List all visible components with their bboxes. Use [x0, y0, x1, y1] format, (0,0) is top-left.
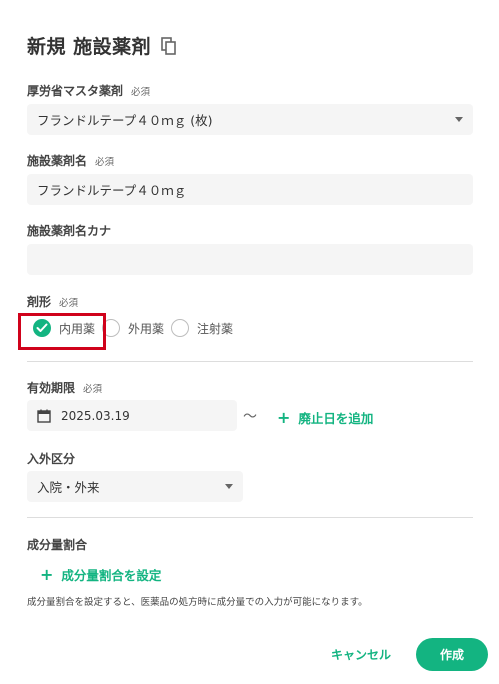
inpatient-outpatient-label-row: 入外区分	[27, 450, 75, 467]
radio-external[interactable]: 外用薬	[102, 319, 164, 337]
dialog-title-row: 新規 施設薬剤	[27, 32, 177, 59]
validity-label-row: 有効期限 必須	[27, 379, 102, 396]
ingredient-ratio-label: 成分量割合	[27, 538, 88, 552]
facility-drug-name-label-row: 施設薬剤名 必須	[27, 152, 114, 169]
dosage-form-label-row: 剤形 必須	[27, 293, 78, 310]
add-end-date-label: 廃止日を追加	[298, 411, 374, 426]
facility-drug-kana-label-row: 施設薬剤名カナ	[27, 222, 111, 239]
set-ingredient-ratio-button[interactable]: + 成分量割合を設定	[40, 565, 161, 584]
calendar-icon	[37, 409, 51, 423]
mhlw-drug-value: フランドルテープ４０ｍｇ (枚)	[37, 113, 213, 128]
start-date-input[interactable]: 2025.03.19	[27, 400, 237, 431]
required-badge: 必須	[83, 384, 103, 395]
facility-drug-kana-input[interactable]	[27, 244, 473, 275]
plus-icon: +	[40, 564, 54, 584]
inpatient-outpatient-select[interactable]: 入院・外来	[27, 471, 243, 502]
dosage-form-label: 剤形	[27, 295, 52, 309]
set-ingredient-ratio-label: 成分量割合を設定	[61, 568, 162, 583]
mhlw-drug-select[interactable]: フランドルテープ４０ｍｇ (枚)	[27, 104, 473, 135]
inpatient-outpatient-label: 入外区分	[27, 452, 76, 466]
required-badge: 必須	[95, 157, 115, 168]
plus-icon: +	[277, 407, 291, 427]
facility-drug-kana-label: 施設薬剤名カナ	[27, 224, 112, 238]
mhlw-drug-label-row: 厚労省マスタ薬剤 必須	[27, 82, 150, 99]
radio-injection[interactable]: 注射薬	[171, 319, 233, 337]
create-button[interactable]: 作成	[416, 638, 488, 671]
facility-drug-name-value: フランドルテープ４０ｍｇ	[37, 183, 187, 198]
cancel-button[interactable]: キャンセル	[331, 646, 391, 663]
date-range-separator: 〜	[243, 409, 257, 425]
add-end-date-button[interactable]: + 廃止日を追加	[277, 408, 373, 427]
radio-external-label: 外用薬	[128, 321, 165, 336]
copy-icon[interactable]	[161, 36, 177, 55]
required-badge: 必須	[59, 298, 79, 309]
facility-drug-name-input[interactable]: フランドルテープ４０ｍｇ	[27, 174, 473, 205]
radio-circle-icon	[171, 319, 190, 337]
dialog-title: 新規 施設薬剤	[27, 36, 152, 58]
facility-drug-name-label: 施設薬剤名	[27, 154, 88, 168]
mhlw-drug-label: 厚労省マスタ薬剤	[27, 84, 124, 98]
start-date-value: 2025.03.19	[61, 408, 130, 423]
ingredient-ratio-label-row: 成分量割合	[27, 536, 87, 553]
divider	[27, 361, 473, 362]
ingredient-ratio-hint: 成分量割合を設定すると、医薬品の処方時に成分量での入力が可能になります。	[27, 597, 368, 608]
validity-label: 有効期限	[27, 381, 76, 395]
highlight-box	[18, 313, 106, 350]
radio-injection-label: 注射薬	[197, 321, 234, 336]
required-badge: 必須	[131, 87, 151, 98]
caret-down-icon	[225, 484, 233, 489]
caret-down-icon	[455, 117, 463, 122]
divider	[27, 517, 473, 518]
inpatient-outpatient-value: 入院・外来	[37, 480, 100, 495]
